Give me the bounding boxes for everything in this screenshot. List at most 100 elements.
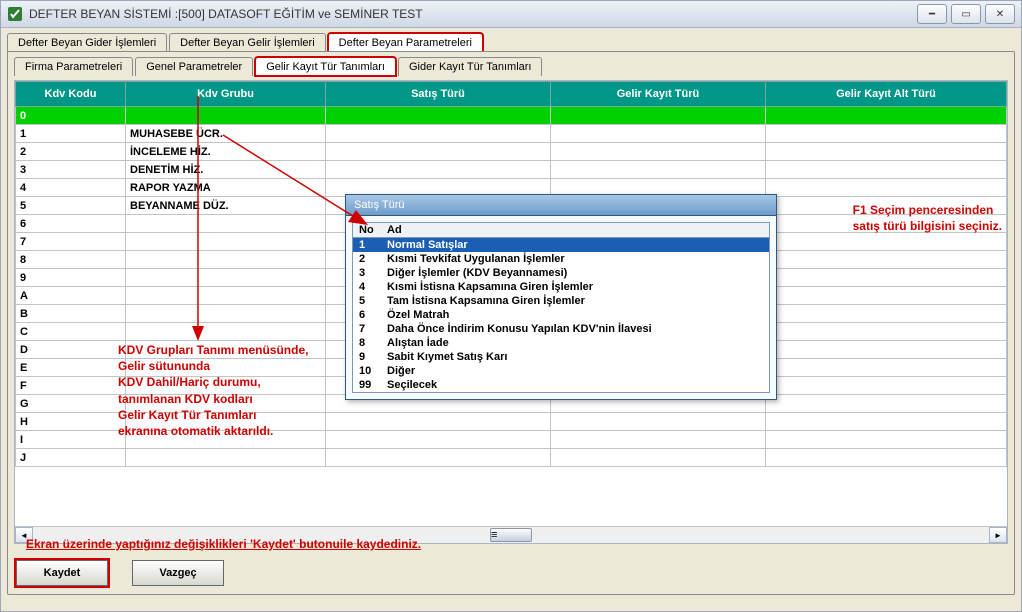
grid-cell[interactable] bbox=[126, 323, 326, 341]
grid-cell[interactable] bbox=[126, 377, 326, 395]
col-satis[interactable]: Satış Türü bbox=[326, 82, 551, 107]
grid-cell[interactable]: H bbox=[16, 413, 126, 431]
grid-cell[interactable] bbox=[766, 395, 1007, 413]
grid-cell[interactable] bbox=[766, 359, 1007, 377]
grid-cell[interactable]: DENETİM HİZ. bbox=[126, 161, 326, 179]
save-button[interactable]: Kaydet bbox=[16, 560, 108, 586]
table-row[interactable]: 0 bbox=[16, 107, 1007, 125]
grid-cell[interactable] bbox=[551, 431, 766, 449]
maximize-button[interactable]: ▭ bbox=[951, 4, 981, 24]
grid-cell[interactable] bbox=[766, 197, 1007, 215]
grid-cell[interactable] bbox=[126, 305, 326, 323]
grid-cell[interactable] bbox=[766, 215, 1007, 233]
grid-cell[interactable]: F bbox=[16, 377, 126, 395]
grid-cell[interactable]: J bbox=[16, 449, 126, 467]
minimize-button[interactable]: ━ bbox=[917, 4, 947, 24]
tab-gider-kayit[interactable]: Gider Kayıt Tür Tanımları bbox=[398, 57, 542, 76]
grid-cell[interactable] bbox=[326, 431, 551, 449]
col-kdv-kodu[interactable]: Kdv Kodu bbox=[16, 82, 126, 107]
grid-cell[interactable] bbox=[766, 143, 1007, 161]
table-row[interactable]: I bbox=[16, 431, 1007, 449]
grid-cell[interactable] bbox=[126, 395, 326, 413]
grid-cell[interactable] bbox=[551, 413, 766, 431]
grid-cell[interactable] bbox=[766, 179, 1007, 197]
grid-cell[interactable]: İNCELEME HİZ. bbox=[126, 143, 326, 161]
tab-gelir-kayit[interactable]: Gelir Kayıt Tür Tanımları bbox=[255, 57, 396, 76]
tab-firma[interactable]: Firma Parametreleri bbox=[14, 57, 133, 76]
grid-cell[interactable] bbox=[126, 341, 326, 359]
grid-cell[interactable]: C bbox=[16, 323, 126, 341]
grid-cell[interactable] bbox=[766, 125, 1007, 143]
popup-list-item[interactable]: 1Normal Satışlar bbox=[353, 238, 769, 253]
grid-cell[interactable] bbox=[766, 377, 1007, 395]
grid-cell[interactable] bbox=[766, 251, 1007, 269]
tab-parametreleri[interactable]: Defter Beyan Parametreleri bbox=[328, 33, 483, 52]
scroll-right-icon[interactable]: ► bbox=[989, 527, 1007, 543]
popup-list-item[interactable]: 8Alıştan İade bbox=[353, 336, 769, 350]
cancel-button[interactable]: Vazgeç bbox=[132, 560, 224, 586]
grid-cell[interactable] bbox=[326, 107, 551, 125]
popup-list-item[interactable]: 6Özel Matrah bbox=[353, 308, 769, 322]
grid-cell[interactable] bbox=[551, 161, 766, 179]
table-row[interactable]: 3DENETİM HİZ. bbox=[16, 161, 1007, 179]
grid-cell[interactable]: G bbox=[16, 395, 126, 413]
grid-cell[interactable]: 4 bbox=[16, 179, 126, 197]
grid-cell[interactable]: 8 bbox=[16, 251, 126, 269]
grid-cell[interactable] bbox=[326, 413, 551, 431]
grid-cell[interactable]: A bbox=[16, 287, 126, 305]
grid-cell[interactable] bbox=[126, 251, 326, 269]
popup-list-item[interactable]: 2Kısmi Tevkifat Uygulanan İşlemler bbox=[353, 252, 769, 266]
table-row[interactable]: 2İNCELEME HİZ. bbox=[16, 143, 1007, 161]
grid-cell[interactable]: RAPOR YAZMA bbox=[126, 179, 326, 197]
popup-list-item[interactable]: 3Diğer İşlemler (KDV Beyannamesi) bbox=[353, 266, 769, 280]
grid-cell[interactable] bbox=[326, 449, 551, 467]
grid-cell[interactable]: 7 bbox=[16, 233, 126, 251]
grid-cell[interactable] bbox=[326, 143, 551, 161]
grid-cell[interactable] bbox=[766, 431, 1007, 449]
grid-cell[interactable] bbox=[126, 107, 326, 125]
scroll-thumb[interactable]: ≡ bbox=[490, 528, 532, 542]
grid-cell[interactable] bbox=[766, 233, 1007, 251]
popup-list[interactable]: No Ad 1Normal Satışlar2Kısmi Tevkifat Uy… bbox=[353, 223, 769, 392]
grid-cell[interactable]: BEYANNAME DÜZ. bbox=[126, 197, 326, 215]
grid-cell[interactable] bbox=[551, 125, 766, 143]
horizontal-scrollbar[interactable]: ◄ ≡ ► bbox=[15, 526, 1007, 543]
grid-cell[interactable]: I bbox=[16, 431, 126, 449]
popup-list-item[interactable]: 4Kısmi İstisna Kapsamına Giren İşlemler bbox=[353, 280, 769, 294]
col-gelir-tur[interactable]: Gelir Kayıt Türü bbox=[551, 82, 766, 107]
grid-cell[interactable] bbox=[551, 143, 766, 161]
grid-cell[interactable]: 9 bbox=[16, 269, 126, 287]
popup-list-item[interactable]: 5Tam İstisna Kapsamına Giren İşlemler bbox=[353, 294, 769, 308]
grid-cell[interactable] bbox=[126, 287, 326, 305]
popup-list-item[interactable]: 99Seçilecek bbox=[353, 378, 769, 392]
col-kdv-grubu[interactable]: Kdv Grubu bbox=[126, 82, 326, 107]
grid-cell[interactable] bbox=[766, 287, 1007, 305]
grid-cell[interactable] bbox=[766, 161, 1007, 179]
grid-cell[interactable]: D bbox=[16, 341, 126, 359]
popup-list-item[interactable]: 10Diğer bbox=[353, 364, 769, 378]
table-row[interactable]: H bbox=[16, 413, 1007, 431]
grid-cell[interactable]: 6 bbox=[16, 215, 126, 233]
grid-cell[interactable] bbox=[766, 323, 1007, 341]
popup-list-item[interactable]: 9Sabit Kıymet Satış Karı bbox=[353, 350, 769, 364]
scroll-left-icon[interactable]: ◄ bbox=[15, 527, 33, 543]
grid-cell[interactable] bbox=[766, 413, 1007, 431]
grid-cell[interactable] bbox=[766, 107, 1007, 125]
popup-list-item[interactable]: 7Daha Önce İndirim Konusu Yapılan KDV'ni… bbox=[353, 322, 769, 336]
grid-cell[interactable]: B bbox=[16, 305, 126, 323]
grid-cell[interactable]: 2 bbox=[16, 143, 126, 161]
grid-cell[interactable] bbox=[126, 359, 326, 377]
grid-cell[interactable]: 3 bbox=[16, 161, 126, 179]
grid-cell[interactable] bbox=[126, 215, 326, 233]
grid-cell[interactable] bbox=[766, 305, 1007, 323]
col-gelir-alt[interactable]: Gelir Kayıt Alt Türü bbox=[766, 82, 1007, 107]
tab-genel[interactable]: Genel Parametreler bbox=[135, 57, 253, 76]
scroll-track[interactable]: ≡ bbox=[33, 528, 989, 542]
grid-cell[interactable] bbox=[126, 233, 326, 251]
grid-cell[interactable]: E bbox=[16, 359, 126, 377]
close-button[interactable]: ✕ bbox=[985, 4, 1015, 24]
grid-cell[interactable] bbox=[326, 161, 551, 179]
grid-cell[interactable] bbox=[766, 269, 1007, 287]
grid-cell[interactable]: 0 bbox=[16, 107, 126, 125]
grid-cell[interactable] bbox=[766, 341, 1007, 359]
